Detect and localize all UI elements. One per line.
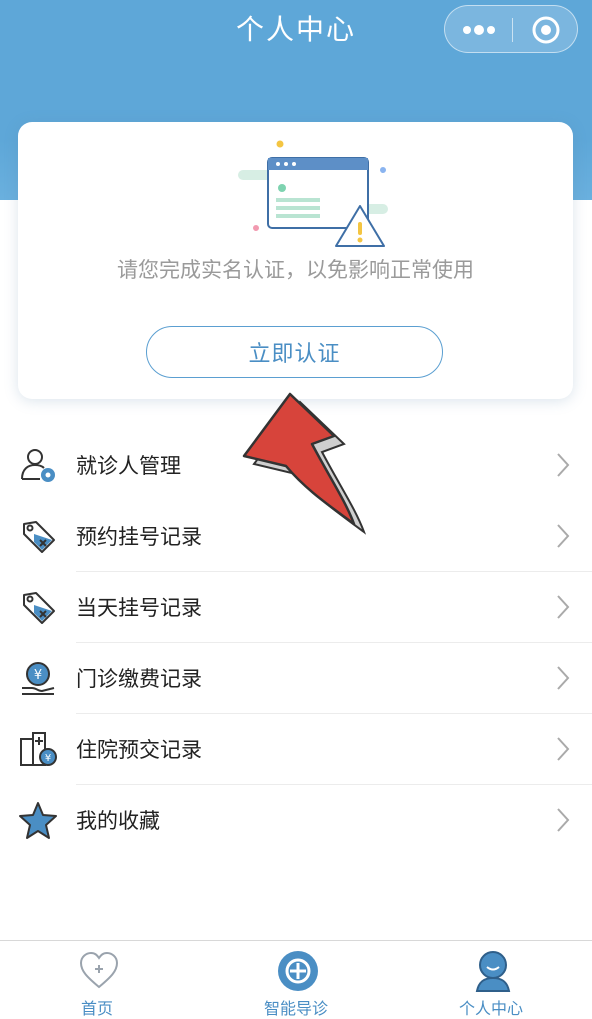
svg-text:¥: ¥ [34,668,42,683]
profile-icon [475,951,511,992]
payment-icon: ¥ [22,662,55,695]
pointing-arrow-icon [242,392,366,535]
menu-item-inpatient-deposit[interactable]: ¥ 住院预交记录 [0,714,592,785]
chevron-right-icon [557,595,570,619]
menu-item-outpatient-payment[interactable]: ¥ 门诊缴费记录 [0,643,592,714]
hospital-icon: ¥ [20,732,57,766]
menu-item-favorites[interactable]: 我的收藏 [0,785,592,856]
same-day-tag-icon [23,592,55,624]
verification-illustration [238,140,388,247]
chevron-right-icon [557,453,570,477]
chevron-right-icon [557,808,570,832]
patient-manage-icon [21,449,55,482]
menu-item-label: 当天挂号记录 [76,596,202,620]
verification-hint: 请您完成实名认证，以免影响正常使用 [117,258,474,282]
tab-label: 个人中心 [458,999,523,1018]
tab-profile[interactable]: 个人中心 [421,941,561,1018]
more-icon [462,25,495,35]
menu-item-label: 预约挂号记录 [76,525,202,549]
menu-item-label: 住院预交记录 [76,738,202,762]
svg-text:¥: ¥ [45,753,51,764]
menu-item-label: 就诊人管理 [76,454,181,478]
close-icon [532,16,559,44]
tab-label: 首页 [80,999,113,1018]
chevron-right-icon [557,737,570,761]
tab-home[interactable]: 首页 [27,941,167,1018]
home-heart-icon [79,951,119,989]
more-button[interactable] [445,6,512,54]
verification-card: 请您完成实名认证，以免影响正常使用 立即认证 [18,122,573,399]
miniprogram-capsule [444,5,578,53]
tab-smart-guide[interactable]: 智能导诊 [226,941,366,1018]
appointment-tag-icon [23,521,55,553]
tab-label: 智能导诊 [263,999,328,1018]
verify-now-button[interactable]: 立即认证 [146,326,443,378]
star-icon [19,802,57,839]
menu-item-label: 门诊缴费记录 [76,667,202,691]
bottom-tab-bar: 首页 智能导诊 个人中心 [0,940,592,1018]
menu-item-same-day-records[interactable]: 当天挂号记录 [0,572,592,643]
close-button[interactable] [512,6,579,54]
guide-icon [278,951,318,991]
menu-item-label: 我的收藏 [76,809,160,833]
chevron-right-icon [557,524,570,548]
chevron-right-icon [557,666,570,690]
